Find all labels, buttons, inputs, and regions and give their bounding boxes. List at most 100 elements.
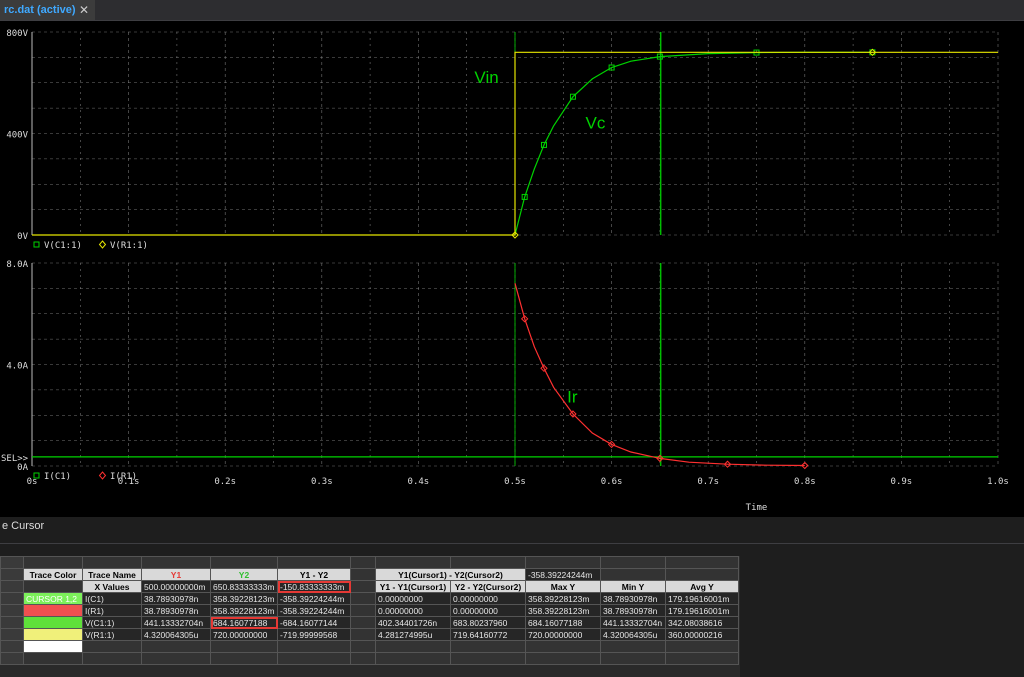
trace-name: V(C1:1) <box>82 616 142 629</box>
table-row[interactable]: V(C1:1) 441.13332704n 684.16077188 -684.… <box>0 616 739 629</box>
y-tick-label: 0A <box>17 463 28 473</box>
tab-rc-dat[interactable]: rc.dat (active) ✕ <box>0 0 95 20</box>
table-row[interactable]: V(R1:1) 4.320064305u 720.00000000 -719.9… <box>0 628 739 641</box>
x-y2-value[interactable]: 650.83333333m <box>210 580 278 593</box>
table-cell <box>141 640 211 653</box>
x-tick-label: 1.0s <box>987 477 1009 487</box>
diff-value: -358.39224244m <box>277 604 351 617</box>
top-value[interactable]: -358.39224244m <box>525 568 601 581</box>
table-cell <box>141 652 211 665</box>
y2-value: 358.39228123m <box>210 592 278 605</box>
probe-empty-area <box>740 556 1024 677</box>
table-cell <box>450 640 526 653</box>
table-row[interactable]: CURSOR 1,2 I(C1) 38.78930978n 358.392281… <box>0 592 739 605</box>
header-cursor-diff[interactable]: Y1(Cursor1) - Y2(Cursor2) <box>375 568 526 581</box>
table-cell <box>82 640 142 653</box>
header-max-y[interactable]: Max Y <box>525 580 601 593</box>
x-values-label: X Values <box>82 580 142 593</box>
header-trace-name[interactable]: Trace Name <box>82 568 142 581</box>
table-row[interactable] <box>0 640 739 653</box>
header-trace-color[interactable]: Trace Color <box>23 568 83 581</box>
y-tick-label: 800V <box>6 29 28 39</box>
max-y-value: 684.16077188 <box>525 616 601 629</box>
table-cell <box>210 640 278 653</box>
cursor-color-swatch[interactable]: CURSOR 1,2 <box>23 592 83 605</box>
cursor2-value: 719.64160772 <box>450 628 526 641</box>
table-cell <box>210 652 278 665</box>
table-cell <box>665 640 739 653</box>
close-icon[interactable]: ✕ <box>79 3 89 17</box>
diff-value: -719.99999568 <box>277 628 351 641</box>
header-y1[interactable]: Y1 <box>141 568 211 581</box>
cursor1-value: 0.00000000 <box>375 592 451 605</box>
trace-color-swatch[interactable] <box>23 616 83 629</box>
x-y1-value[interactable]: 500.00000000m <box>141 580 211 593</box>
table-cell <box>600 556 666 569</box>
table-cell <box>525 556 601 569</box>
cursor2-value: 0.00000000 <box>450 592 526 605</box>
sel-marker: SEL>> <box>1 454 29 464</box>
cursor1-value: 402.34401726n <box>375 616 451 629</box>
min-y-value: 38.78930978n <box>600 592 666 605</box>
x-tick-label: 0.8s <box>794 477 816 487</box>
diff-value: -684.16077144 <box>277 616 351 629</box>
row-header <box>0 652 24 665</box>
header-min-y[interactable]: Min Y <box>600 580 666 593</box>
min-y-value: 38.78930978n <box>600 604 666 617</box>
trace-name: I(C1) <box>82 592 142 605</box>
header-y2[interactable]: Y2 <box>210 568 278 581</box>
x-diff-value[interactable]: -150.83333333m <box>277 580 351 593</box>
legend-label: V(R1:1) <box>110 241 148 251</box>
min-y-value: 441.13332704n <box>600 616 666 629</box>
table-cell <box>350 556 376 569</box>
y1-value: 38.78930978n <box>141 592 211 605</box>
x-tick-label: 0s <box>27 477 38 487</box>
table-cell <box>665 652 739 665</box>
table-row[interactable] <box>0 652 739 665</box>
x-tick-label: 0.2s <box>214 477 236 487</box>
trace-name: V(R1:1) <box>82 628 142 641</box>
trace-color-swatch[interactable] <box>23 628 83 641</box>
vin-annotation: Vin <box>474 68 498 87</box>
x-axis-label: Time <box>746 503 768 513</box>
x-tick-label: 0.3s <box>311 477 333 487</box>
table-cell <box>350 568 376 581</box>
diff-value: -358.39224244m <box>277 592 351 605</box>
avg-y-value: 360.00000216 <box>665 628 739 641</box>
table-cell <box>350 592 376 605</box>
header-y1-y2[interactable]: Y1 - Y2 <box>277 568 351 581</box>
header-y2-cursor2[interactable]: Y2 - Y2(Cursor2) <box>450 580 526 593</box>
table-cell <box>600 640 666 653</box>
x-tick-label: 0.6s <box>601 477 623 487</box>
max-y-value: 358.39228123m <box>525 604 601 617</box>
row-header <box>0 604 24 617</box>
avg-y-value: 179.19616001m <box>665 592 739 605</box>
table-cell <box>141 556 211 569</box>
header-y1-cursor1[interactable]: Y1 - Y1(Cursor1) <box>375 580 451 593</box>
max-y-value: 358.39228123m <box>525 592 601 605</box>
cursor2-value: 0.00000000 <box>450 604 526 617</box>
row-header <box>0 616 24 629</box>
x-tick-label: 0.7s <box>697 477 719 487</box>
avg-y-value: 179.19616001m <box>665 604 739 617</box>
series-line <box>514 51 873 236</box>
y1-value: 4.320064305u <box>141 628 211 641</box>
probe-cursor-title: e Cursor <box>2 520 45 532</box>
table-cell <box>350 616 376 629</box>
trace-color-swatch[interactable] <box>23 640 83 653</box>
y-tick-label: 400V <box>6 131 28 141</box>
row-header <box>0 628 24 641</box>
table-cell <box>210 556 278 569</box>
x-tick-label: 0.1s <box>118 477 140 487</box>
min-y-value: 4.320064305u <box>600 628 666 641</box>
table-cell <box>600 568 666 581</box>
cursor1-value: 0.00000000 <box>375 604 451 617</box>
waveform-plot[interactable]: 0V 400V 800V Vin Vc V(C1:1) V(R1:1) 0A 4.0A 8.0A I… <box>0 20 1024 517</box>
trace-color-swatch[interactable] <box>23 604 83 617</box>
header-avg-y[interactable]: Avg Y <box>665 580 739 593</box>
table-row[interactable]: I(R1) 38.78930978n 358.39228123m -358.39… <box>0 604 739 617</box>
y2-value: 684.16077188 <box>210 616 278 629</box>
table-cell <box>23 580 83 593</box>
panel-divider <box>0 543 1024 544</box>
table-cell <box>277 652 351 665</box>
